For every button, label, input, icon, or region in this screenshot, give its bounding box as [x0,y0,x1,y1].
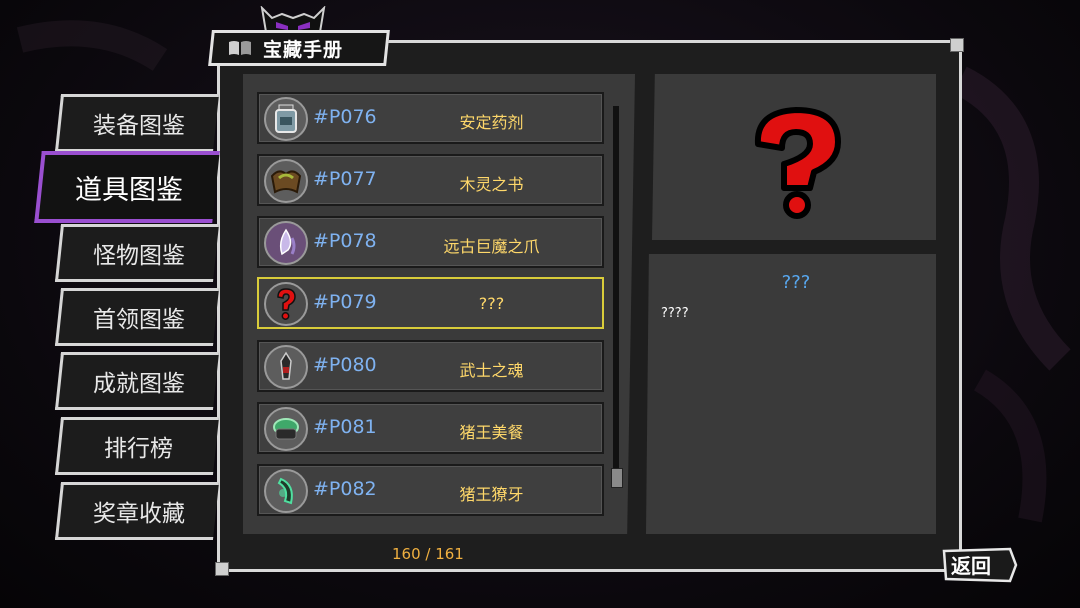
potion-jar-icon [264,97,308,141]
item-detail-description: ???? [661,306,689,321]
samurai-soul-icon [264,345,308,389]
meal-pot-icon [264,407,308,451]
sidebar-item-label: 成就图鉴 [92,371,185,397]
item-name: ??? [478,294,505,313]
list-item[interactable]: #P077 木灵之书 [257,154,604,206]
page-title: 宝藏手册 [263,38,344,61]
item-description-panel [646,254,936,534]
frame-corner [950,38,964,52]
question-mark-icon [264,282,308,326]
sidebar-item-monsters[interactable]: 怪物图鉴 [54,224,220,282]
list-item[interactable]: #P082 猪王獠牙 [257,464,604,516]
list-item[interactable]: #P081 猪王美餐 [257,402,604,454]
sidebar-item-label: 奖章收藏 [92,501,185,527]
item-name: 武士之魂 [459,361,524,380]
sidebar-item-achievements[interactable]: 成就图鉴 [54,352,220,410]
list-item[interactable]: #P078 远古巨魔之爪 [257,216,604,268]
question-mark-icon [754,107,841,219]
sidebar-item-label: 装备图鉴 [92,113,185,139]
claw-icon [264,221,308,265]
title-tab: 宝藏手册 [208,30,390,66]
item-name: 远古巨魔之爪 [443,237,540,256]
sidebar-item-label: 排行榜 [104,436,173,462]
list-item-selected[interactable]: #P079 ??? [257,277,604,329]
list-item[interactable]: #P076 安定药剂 [257,92,604,144]
book-icon [229,41,251,55]
item-code: #P078 [313,230,377,252]
sidebar-item-medals[interactable]: 奖章收藏 [54,482,220,540]
item-code: #P082 [313,478,377,500]
item-name: 安定药剂 [459,113,524,132]
frame-corner [215,562,229,576]
scrollbar-thumb[interactable] [611,468,623,488]
item-name: 猪王獠牙 [459,485,524,504]
collection-count: 160 / 161 [392,545,464,563]
tusk-icon [264,469,308,513]
sidebar-item-label: 怪物图鉴 [92,243,185,269]
sidebar-item-leaderboard[interactable]: 排行榜 [54,417,220,475]
item-code: #P081 [313,416,377,438]
sidebar-item-bosses[interactable]: 首领图鉴 [54,288,220,346]
item-name: 猪王美餐 [459,423,524,442]
list-item[interactable]: #P080 武士之魂 [257,340,604,392]
item-code: #P077 [313,168,377,190]
sidebar-item-label: 道具图鉴 [75,174,183,206]
item-detail-title: ??? [781,272,811,293]
back-button-label: 返回 [951,554,991,578]
wood-book-icon [264,159,308,203]
item-code: #P079 [313,291,377,313]
list-scrollbar[interactable] [611,106,623,488]
sidebar-item-items[interactable]: 道具图鉴 [34,151,220,223]
item-name: 木灵之书 [459,175,524,194]
sidebar-item-label: 首领图鉴 [92,307,185,333]
sidebar-item-equipment[interactable]: 装备图鉴 [54,94,220,152]
item-code: #P076 [313,106,377,128]
item-code: #P080 [313,354,377,376]
